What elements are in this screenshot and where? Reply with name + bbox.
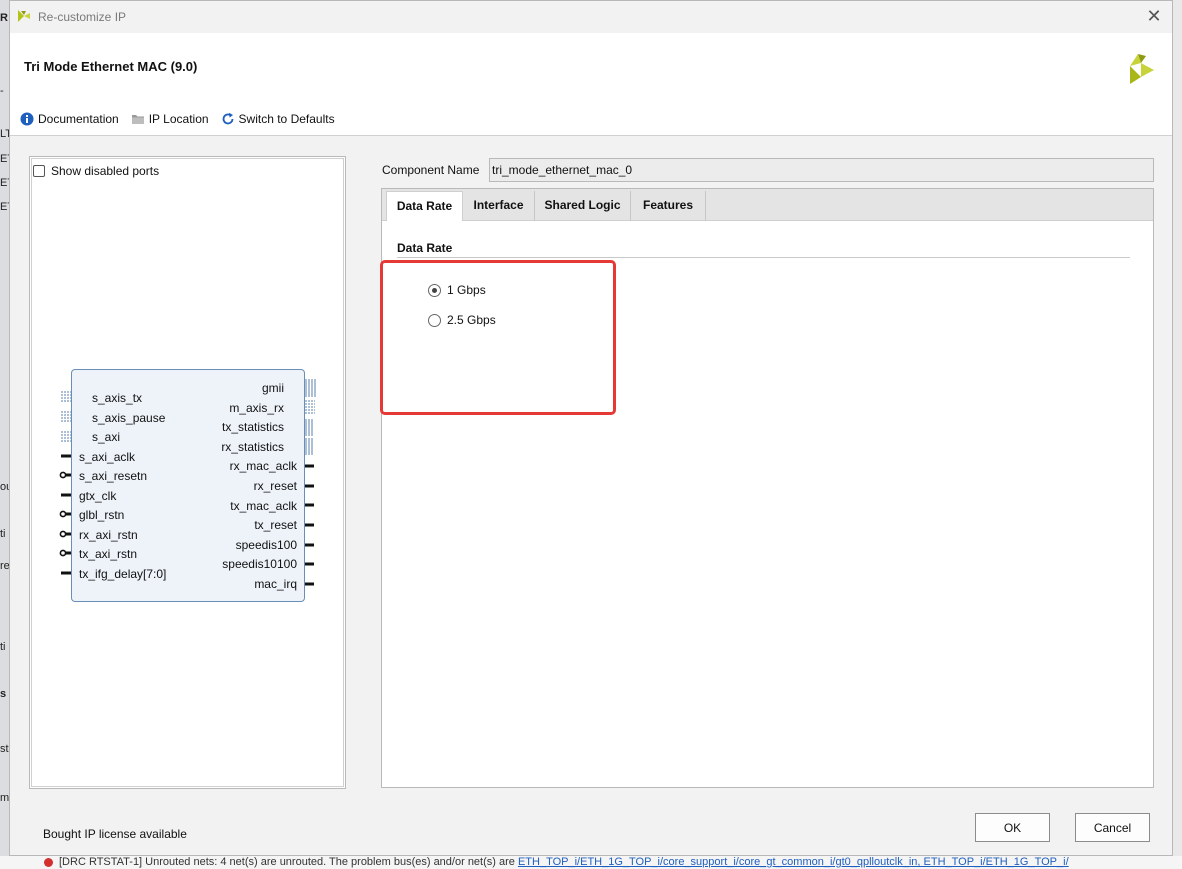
bg-fragment: R [0, 12, 8, 24]
ip-location-button[interactable]: IP Location [131, 112, 209, 126]
port-label: tx_statistics [221, 420, 284, 434]
port-label: gtx_clk [79, 489, 117, 503]
cancel-button[interactable]: Cancel [1075, 813, 1150, 842]
port-label: rx_axi_rstn [79, 528, 138, 542]
refresh-icon [222, 112, 233, 125]
dialog-header: Tri Mode Ethernet MAC (9.0) Documentatio… [10, 33, 1172, 136]
documentation-label: Documentation [38, 112, 119, 126]
bg-fragment: m [0, 792, 10, 804]
ip-title: Tri Mode Ethernet MAC (9.0) [24, 59, 198, 74]
port-label: gmii [261, 381, 284, 395]
port-label: rx_statistics [221, 440, 284, 454]
configuration-area: Component Name Data Rate Interface Share… [380, 156, 1154, 789]
port-label: s_axi [92, 430, 121, 444]
status-link[interactable]: ETH_TOP_i/ETH_1G_TOP_i/core_support_i/co… [518, 856, 1069, 868]
bg-fragment: ti [0, 528, 6, 540]
error-icon [44, 858, 53, 867]
vivado-logo-icon [18, 10, 30, 22]
folder-icon [131, 115, 144, 124]
port-label: s_axi_aclk [79, 450, 136, 464]
tab-data-rate[interactable]: Data Rate [386, 191, 463, 221]
show-disabled-ports-label: Show disabled ports [51, 164, 160, 178]
port-label: mac_irq [254, 577, 297, 591]
xilinx-logo-icon [1130, 54, 1154, 84]
port-label: tx_ifg_delay[7:0] [79, 567, 167, 581]
ip-location-label: IP Location [148, 112, 209, 126]
toolbar: Documentation IP Location Switch to Defa… [20, 110, 347, 128]
close-icon[interactable]: ✕ [1142, 5, 1166, 27]
component-name-input[interactable] [489, 158, 1154, 182]
status-message: [DRC RTSTAT-1] Unrouted nets: 4 net(s) a… [59, 856, 518, 868]
tab-bar: Data Rate Interface Shared Logic Feature… [382, 189, 1153, 221]
data-rate-section-title: Data Rate [397, 241, 453, 255]
switch-to-defaults-label: Switch to Defaults [238, 112, 335, 126]
documentation-button[interactable]: Documentation [20, 112, 119, 126]
port-label: rx_reset [253, 479, 297, 493]
port-label: tx_reset [254, 518, 297, 532]
switch-to-defaults-button[interactable]: Switch to Defaults [221, 112, 335, 126]
tab-panel: Data Rate Interface Shared Logic Feature… [380, 188, 1154, 788]
show-disabled-ports-checkbox[interactable]: Show disabled ports [33, 164, 159, 178]
port-label: speedis10100 [222, 557, 297, 571]
highlight-annotation-box [380, 260, 616, 415]
ok-button[interactable]: OK [975, 813, 1050, 842]
window-title: Re-customize IP [38, 10, 127, 24]
background-status-line: [DRC RTSTAT-1] Unrouted nets: 4 net(s) a… [0, 856, 1182, 869]
port-label: tx_mac_aclk [230, 499, 297, 513]
port-label: s_axis_tx [92, 391, 143, 405]
tab-features[interactable]: Features [631, 191, 706, 221]
bg-fragment: s [0, 688, 7, 700]
port-label: s_axis_pause [92, 411, 166, 425]
port-label: rx_mac_aclk [229, 459, 297, 473]
port-label: m_axis_rx [229, 401, 284, 415]
recustomize-ip-dialog: Re-customize IP ✕ Tri Mode Ethernet MAC … [9, 0, 1173, 856]
license-status: Bought IP license available [43, 827, 187, 841]
checkbox-box[interactable] [33, 165, 45, 177]
section-divider [397, 257, 1130, 258]
port-label: s_axi_resetn [79, 469, 148, 483]
tab-interface[interactable]: Interface [463, 191, 535, 221]
tab-shared-logic[interactable]: Shared Logic [535, 191, 631, 221]
bg-fragment: ti [0, 641, 6, 653]
ip-block-symbol: s_axis_tx s_axis_pause s_axi s_axi_aclk … [71, 369, 305, 602]
ip-symbol-panel: Show disabled ports s_axis_tx s_axis_pau… [29, 156, 346, 789]
title-bar: Re-customize IP ✕ [10, 1, 1172, 33]
component-name-label: Component Name [382, 163, 480, 177]
port-label: speedis100 [235, 538, 297, 552]
port-label: tx_axi_rstn [79, 547, 138, 561]
info-icon [20, 112, 34, 126]
port-label: glbl_rstn [79, 508, 125, 522]
bg-fragment: - [0, 85, 4, 97]
